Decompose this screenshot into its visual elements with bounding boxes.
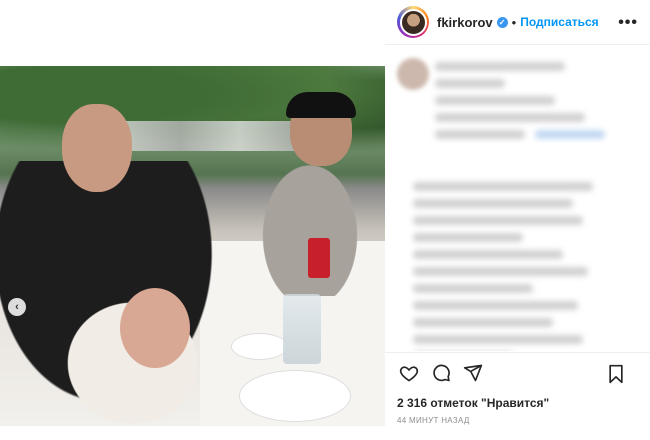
post-header: fkirkorov ✓ • Подписаться ••• [385,0,650,45]
post-photo[interactable]: ‹ [0,66,385,426]
separator: • [511,14,517,30]
more-icon[interactable]: ••• [618,14,638,32]
instagram-post: ‹ fkirkorov ✓ • Подписаться ••• 2 316 от… [0,0,650,440]
comment-icon[interactable] [429,361,453,385]
bookmark-icon[interactable] [604,362,628,386]
comment-blurred [413,182,636,351]
comments-area[interactable] [385,46,650,351]
photo-person-left-head [62,104,132,192]
likes-count[interactable]: 2 316 отметок "Нравится" [397,396,549,410]
post-timestamp[interactable]: 44 МИНУТ НАЗАД [397,416,470,425]
share-icon[interactable] [461,361,485,385]
avatar[interactable] [397,6,429,38]
photo-soda-can [308,238,330,278]
photo-cap [286,92,356,118]
photo-glass [283,294,321,364]
avatar-image [399,8,427,36]
chevron-left-icon[interactable]: ‹ [8,298,26,316]
photo-child-head [120,288,190,368]
username[interactable]: fkirkorov [437,15,493,30]
caption-blurred [435,62,636,152]
comment-avatar [397,58,429,90]
verified-badge-icon: ✓ [496,16,508,28]
follow-button[interactable]: Подписаться [520,15,598,29]
action-bar [385,352,650,392]
photo-scene [0,66,385,426]
photo-plate [240,371,350,421]
heart-icon[interactable] [397,361,421,385]
photo-plate-small [232,334,287,359]
